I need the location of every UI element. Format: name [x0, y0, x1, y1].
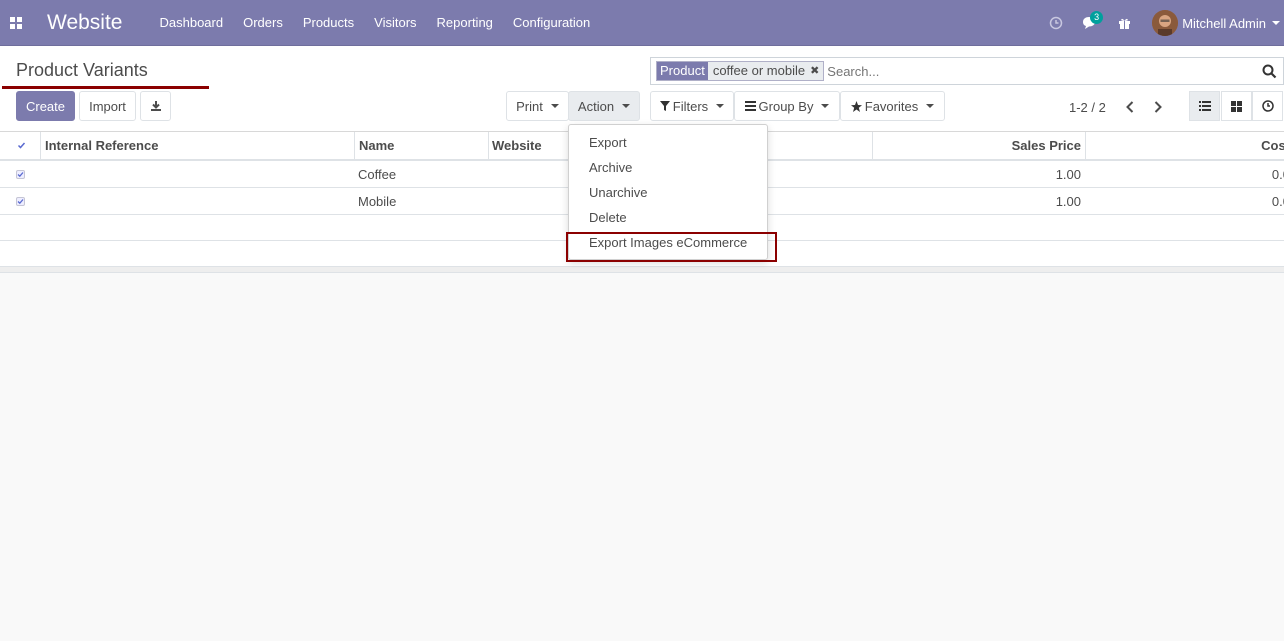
column-internal-reference[interactable]: Internal Reference: [45, 132, 158, 159]
filters-button[interactable]: Filters: [650, 91, 734, 121]
list-view-button[interactable]: [1189, 91, 1220, 121]
row-checkbox[interactable]: [16, 188, 25, 214]
print-button[interactable]: Print: [506, 91, 569, 121]
title-highlight-underline: [2, 86, 209, 89]
download-icon: [150, 101, 161, 111]
action-export[interactable]: Export: [569, 130, 767, 155]
user-name[interactable]: Mitchell Admin: [1182, 16, 1266, 31]
menu-orders[interactable]: Orders: [243, 15, 283, 30]
menu-products[interactable]: Products: [303, 15, 354, 30]
control-panel: Product Variants Create Import Print Act…: [0, 46, 1284, 132]
chat-icon[interactable]: 3: [1073, 0, 1107, 46]
kanban-view-button[interactable]: [1221, 91, 1252, 121]
column-separator: [488, 132, 489, 159]
facet-category: Product: [657, 62, 708, 80]
apps-menu-icon[interactable]: [0, 0, 32, 46]
facet-value: coffee or mobile ✖: [707, 62, 824, 80]
action-label: Action: [577, 98, 615, 114]
table-footer: [0, 267, 1284, 273]
cell-cost-value: 0.0: [1271, 193, 1284, 209]
app-name[interactable]: Website: [47, 11, 122, 35]
select-all-checkbox[interactable]: [17, 132, 26, 159]
create-button[interactable]: Create: [16, 91, 75, 121]
download-button[interactable]: [140, 91, 171, 121]
cell-cost: 0.0: [1090, 188, 1284, 214]
favorites-label: Favorites: [864, 98, 919, 114]
column-name[interactable]: Name: [359, 132, 394, 159]
favorites-caret-icon: [926, 104, 935, 108]
action-caret-icon: [622, 104, 631, 108]
page-title: Product Variants: [16, 60, 148, 80]
activity-view-button[interactable]: [1252, 91, 1283, 121]
user-avatar[interactable]: [1152, 10, 1179, 36]
cell-sales-price: 1.00: [1055, 166, 1081, 182]
action-delete[interactable]: Delete: [569, 205, 767, 230]
list-view-icon: [1198, 101, 1211, 111]
kanban-view-icon: [1231, 100, 1242, 112]
column-separator: [1085, 132, 1086, 159]
column-cost-label: Cost: [1261, 138, 1284, 153]
top-navbar: Website Dashboard Orders Products Visito…: [0, 0, 1284, 46]
search-input[interactable]: [827, 63, 1283, 79]
groupby-caret-icon: [821, 104, 830, 108]
filter-icon: [659, 101, 670, 111]
column-website[interactable]: Website: [492, 132, 542, 159]
cell-cost-value: 0.0: [1271, 166, 1284, 182]
column-separator: [354, 132, 355, 159]
print-caret-icon: [550, 104, 559, 108]
navbar-systray: 3 Mitchell Admin: [1039, 0, 1284, 46]
search-bar[interactable]: Product coffee or mobile ✖: [650, 57, 1284, 85]
activity-clock-icon[interactable]: [1039, 0, 1073, 46]
print-label: Print: [516, 98, 543, 114]
menu-dashboard[interactable]: Dashboard: [159, 15, 223, 30]
menu-configuration[interactable]: Configuration: [513, 15, 590, 30]
column-separator: [40, 132, 41, 159]
row-checkbox[interactable]: [16, 161, 25, 187]
user-menu-caret-icon[interactable]: [1272, 21, 1280, 25]
groupby-button[interactable]: Group By: [734, 91, 840, 121]
facet-value-text: coffee or mobile: [712, 63, 806, 78]
import-button[interactable]: Import: [79, 91, 136, 121]
filters-caret-icon: [716, 104, 725, 108]
chat-badge: 3: [1090, 11, 1104, 24]
cell-cost: 0.0: [1090, 161, 1284, 187]
groupby-label: Group By: [758, 98, 814, 114]
filters-label: Filters: [672, 98, 709, 114]
column-cost[interactable]: Cost: [1090, 132, 1284, 159]
cell-sales-price: 1.00: [1055, 193, 1081, 209]
search-icon[interactable]: [1262, 64, 1277, 82]
activity-clock-view-icon: [1261, 100, 1274, 112]
favorites-button[interactable]: Favorites: [840, 91, 945, 121]
star-icon: [850, 100, 862, 112]
pager-previous-icon[interactable]: [1120, 97, 1140, 117]
pager-value[interactable]: 1-2 / 2: [1069, 100, 1106, 115]
menu-visitors[interactable]: Visitors: [374, 15, 416, 30]
search-facet[interactable]: Product coffee or mobile ✖: [656, 61, 825, 81]
pager-next-icon[interactable]: [1148, 97, 1168, 117]
column-sales-price[interactable]: Sales Price: [872, 132, 1081, 159]
cell-name: Coffee: [358, 166, 397, 182]
action-unarchive[interactable]: Unarchive: [569, 180, 767, 205]
facet-remove-icon[interactable]: ✖: [810, 62, 819, 80]
action-button[interactable]: Action: [568, 91, 640, 121]
highlight-box: [566, 232, 777, 262]
menu-reporting[interactable]: Reporting: [437, 15, 493, 30]
gift-icon[interactable]: [1107, 0, 1141, 46]
action-archive[interactable]: Archive: [569, 155, 767, 180]
groupby-icon: [744, 101, 756, 111]
cell-name: Mobile: [358, 193, 397, 209]
